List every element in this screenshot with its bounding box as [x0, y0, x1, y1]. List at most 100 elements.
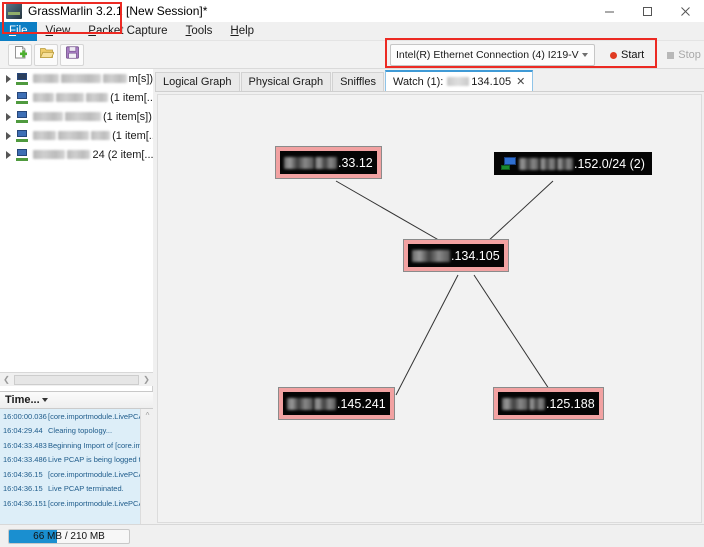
table-row[interactable]: 16:04:29.44 Clearing topology... [0, 424, 140, 439]
save-session-button[interactable] [60, 44, 84, 66]
tab-label: Logical Graph [163, 76, 232, 88]
menu-view[interactable]: View [37, 22, 80, 41]
log-column-header-time[interactable]: Time... [0, 392, 153, 409]
tree-horizontal-scrollbar[interactable]: ❮ ❯ [0, 372, 153, 386]
tab-label: Sniffles [340, 76, 376, 88]
new-session-button[interactable] [8, 44, 32, 66]
chevron-right-icon[interactable] [6, 150, 11, 159]
chevron-left-icon[interactable]: ❮ [0, 373, 13, 386]
graph-node-bottom-left[interactable]: .145.241 [278, 387, 395, 420]
redacted-text [58, 131, 89, 140]
list-item[interactable]: (1 item[s]) [0, 107, 153, 126]
redacted-text [315, 156, 337, 169]
redacted-text [519, 157, 539, 170]
sort-descending-icon [41, 398, 48, 402]
new-document-icon [13, 45, 28, 65]
interface-select[interactable]: Intel(R) Ethernet Connection (4) I219-V [390, 44, 595, 66]
redacted-text [33, 93, 54, 102]
window-title: GrassMarlin 3.2.1 [New Session]* [28, 4, 208, 18]
menu-help[interactable]: Help [221, 22, 263, 41]
redacted-text [60, 74, 101, 83]
table-row[interactable]: 16:04:33.486 Live PCAP is being logged t… [0, 453, 140, 468]
log-message: Beginning Import of [core.impo [48, 440, 140, 450]
tab-watch[interactable]: Watch (1): 134.105 ✕ [384, 70, 534, 91]
capture-controls: Intel(R) Ethernet Connection (4) I219-V … [390, 44, 704, 66]
graph-node-bottom-right[interactable]: .125.188 [493, 387, 604, 420]
interface-select-value: Intel(R) Ethernet Connection (4) I219-V [396, 49, 579, 61]
graph-node-label: .134.105 [451, 248, 500, 263]
stop-capture-button: Stop [659, 44, 704, 66]
grassmarlin-window: GrassMarlin 3.2.1 [New Session]* File Vi… [0, 0, 704, 547]
host-icon [16, 129, 29, 142]
host-icon [16, 72, 29, 85]
chevron-right-icon[interactable]: ❯ [140, 373, 153, 386]
chevron-right-icon[interactable] [6, 74, 11, 83]
graph-node-label: .125.188 [546, 396, 595, 411]
memory-usage-bar[interactable]: 66 MB / 210 MB [8, 529, 130, 544]
network-switch-icon [501, 156, 517, 171]
table-row[interactable]: 16:00:00.036 [core.importmodule.LivePCAP… [0, 409, 140, 424]
open-session-button[interactable] [34, 44, 58, 66]
close-icon[interactable] [666, 0, 704, 22]
redacted-text [284, 156, 314, 169]
host-icon [16, 110, 29, 123]
list-item[interactable]: (1 item[... [0, 126, 153, 145]
log-time: 16:04:33.483 [3, 440, 47, 450]
redacted-text [529, 397, 545, 410]
maximize-icon[interactable] [628, 0, 666, 22]
list-item[interactable]: (1 item[... [0, 88, 153, 107]
graph-canvas[interactable]: .33.12 .152.0/24 (2) .134.105 .145.241 .… [155, 91, 704, 524]
list-item-label: 24 (2 item[... [92, 148, 153, 161]
menu-file[interactable]: File [0, 21, 37, 41]
log-time: 16:04:36.15 [3, 484, 43, 494]
redacted-text [33, 74, 59, 83]
list-item-label: (1 item[s]) [103, 110, 152, 123]
chevron-right-icon[interactable] [6, 93, 11, 102]
log-message: Clearing topology... [48, 426, 113, 436]
chevron-up-icon[interactable]: ^ [141, 409, 154, 422]
record-dot-icon [610, 51, 617, 59]
redacted-text [287, 397, 313, 410]
list-item[interactable]: m[s]) [0, 69, 153, 88]
list-item-label: (1 item[... [112, 129, 153, 142]
tab-label: Physical Graph [248, 76, 324, 88]
list-item[interactable]: 24 (2 item[... [0, 145, 153, 164]
menu-packet-capture[interactable]: Packet Capture [79, 22, 176, 41]
redacted-text [65, 112, 101, 121]
start-capture-button[interactable]: Start [602, 44, 652, 66]
chevron-right-icon[interactable] [6, 112, 11, 121]
graph-node-center[interactable]: .134.105 [403, 239, 509, 272]
graph-node-top-right[interactable]: .152.0/24 (2) [494, 152, 652, 175]
network-tree[interactable]: m[s]) (1 item[... (1 item[s]) (1 item[. … [0, 69, 153, 372]
table-row[interactable]: 16:04:36.151 [core.importmodule.LivePCAP… [0, 496, 140, 511]
table-row[interactable]: 16:04:33.483 Beginning Import of [core.i… [0, 438, 140, 453]
close-icon[interactable]: ✕ [516, 75, 525, 88]
tab-sniffles[interactable]: Sniffles [332, 72, 384, 91]
table-row[interactable]: 16:04:36.15 Live PCAP terminated. [0, 482, 140, 497]
graph-viewport[interactable]: .33.12 .152.0/24 (2) .134.105 .145.241 .… [157, 94, 702, 523]
list-item-label: m[s]) [128, 72, 153, 85]
table-row[interactable]: 16:04:36.15 [core.importmodule.LivePCAPI… [0, 467, 140, 482]
graph-node-top-left[interactable]: .33.12 [275, 146, 382, 179]
main-toolbar: Intel(R) Ethernet Connection (4) I219-V … [0, 41, 704, 69]
redacted-text [412, 249, 450, 262]
minimize-icon[interactable] [590, 0, 628, 22]
chevron-right-icon[interactable] [6, 131, 11, 140]
graph-node-label: .33.12 [338, 155, 373, 170]
redacted-text [447, 77, 470, 86]
tab-logical-graph[interactable]: Logical Graph [155, 72, 240, 91]
redacted-text [102, 74, 127, 83]
redacted-text [33, 150, 65, 159]
grassmarlin-icon [6, 3, 22, 19]
scrollbar-thumb[interactable] [14, 374, 139, 385]
graph-node-label: .145.241 [337, 396, 386, 411]
redacted-text [66, 150, 91, 159]
log-message: [core.importmodule.LivePCAPIm [48, 411, 140, 421]
list-item-label: (1 item[... [110, 91, 153, 104]
host-icon [16, 148, 29, 161]
menu-tools[interactable]: Tools [177, 22, 222, 41]
tab-physical-graph[interactable]: Physical Graph [240, 72, 332, 91]
log-message: [core.importmodule.LivePCAPIm [48, 498, 140, 508]
left-sidebar: m[s]) (1 item[... (1 item[s]) (1 item[. … [0, 69, 154, 547]
redacted-text [502, 397, 528, 410]
